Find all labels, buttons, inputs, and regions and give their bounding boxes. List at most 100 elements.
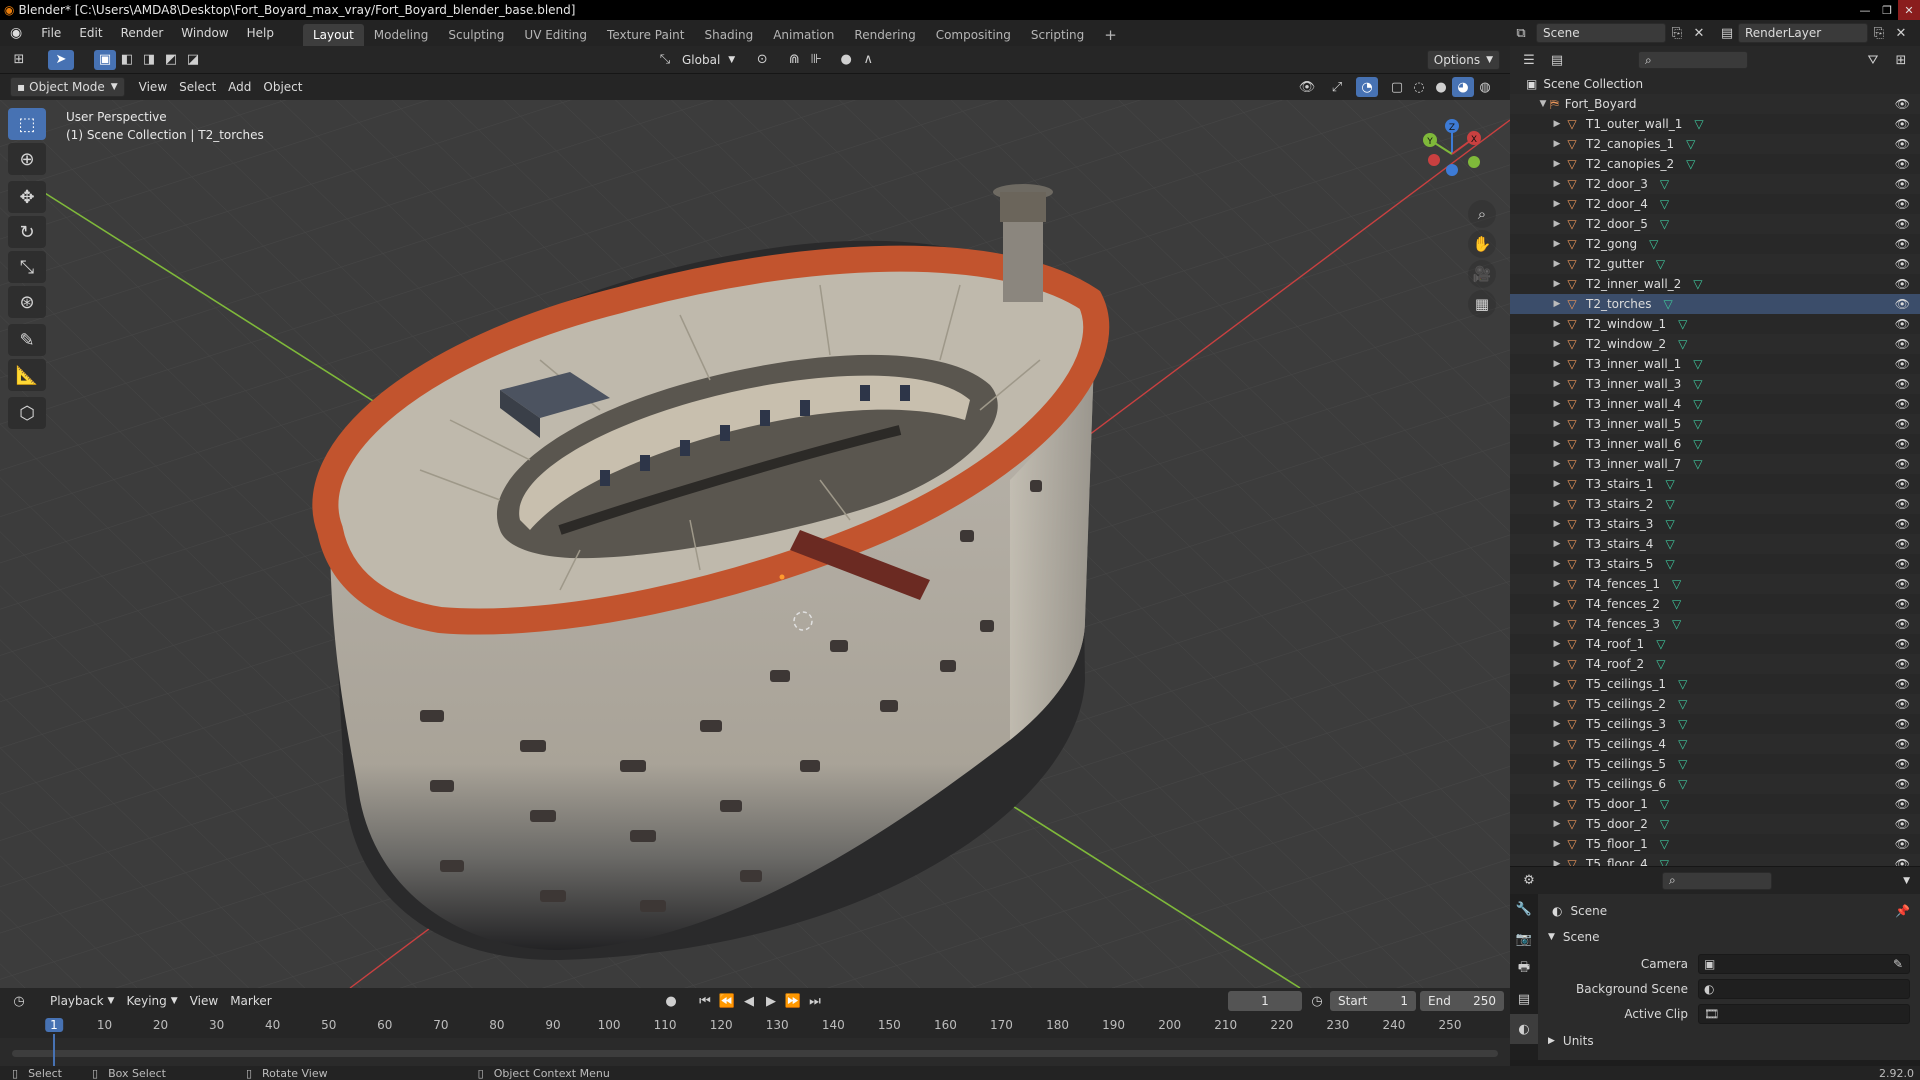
outliner-item[interactable]: ▶ ▽ T2_window_1 ▽ 👁	[1510, 314, 1920, 334]
mesh-data-icon[interactable]: ▽	[1660, 797, 1669, 811]
scene-browse-icon[interactable]: ⧉	[1510, 23, 1532, 43]
eye-icon[interactable]: 👁	[1895, 117, 1910, 131]
chevron-right-icon[interactable]: ▶	[1550, 259, 1564, 269]
mesh-data-icon[interactable]: ▽	[1686, 137, 1695, 151]
camera-field[interactable]: ▣ ✎	[1698, 954, 1910, 974]
menu-help[interactable]: Help	[238, 20, 283, 46]
outliner-item[interactable]: ▶ ▽ T3_inner_wall_6 ▽ 👁	[1510, 434, 1920, 454]
menu-select[interactable]: Select	[173, 77, 222, 97]
delete-scene-icon[interactable]: ✕	[1688, 23, 1710, 43]
menu-view[interactable]: View	[133, 77, 173, 97]
tab-shading[interactable]: Shading	[694, 24, 763, 46]
chevron-right-icon[interactable]: ▶	[1550, 479, 1564, 489]
next-keyframe-icon[interactable]: ⏩	[782, 991, 804, 1011]
output-tab-icon[interactable]: 🖶	[1510, 954, 1538, 984]
outliner-item[interactable]: ▶ ▽ T5_ceilings_5 ▽ 👁	[1510, 754, 1920, 774]
timeline-editor-type-icon[interactable]: ◷	[8, 991, 30, 1011]
chevron-right-icon[interactable]: ▶	[1550, 119, 1564, 129]
mesh-data-icon[interactable]: ▽	[1678, 757, 1687, 771]
eye-icon[interactable]: 👁	[1895, 217, 1910, 231]
eye-icon[interactable]: 👁	[1895, 437, 1910, 451]
shading-solid-icon[interactable]: ●	[1430, 77, 1452, 97]
outliner-item[interactable]: ▶ ▽ T2_door_4 ▽ 👁	[1510, 194, 1920, 214]
mesh-data-icon[interactable]: ▽	[1672, 617, 1681, 631]
eye-icon[interactable]: 👁	[1895, 797, 1910, 811]
select-mode-invert-icon[interactable]: ◩	[160, 50, 182, 70]
eye-icon[interactable]: 👁	[1895, 737, 1910, 751]
scale-tool-icon[interactable]: ⤡	[8, 251, 46, 283]
pin-icon[interactable]: 📌	[1895, 904, 1910, 918]
outliner-item[interactable]: ▶ ▽ T4_roof_1 ▽ 👁	[1510, 634, 1920, 654]
eye-icon[interactable]: 👁	[1895, 97, 1910, 111]
eye-icon[interactable]: 👁	[1895, 157, 1910, 171]
mesh-data-icon[interactable]: ▽	[1672, 597, 1681, 611]
outliner-item[interactable]: ▶ ▽ T5_door_2 ▽ 👁	[1510, 814, 1920, 834]
transform-tool-icon[interactable]: ⊛	[8, 286, 46, 318]
mesh-data-icon[interactable]: ▽	[1656, 637, 1665, 651]
scene-name-field[interactable]: Scene	[1536, 23, 1666, 43]
playhead[interactable]	[53, 1034, 55, 1066]
eye-icon[interactable]: 👁	[1895, 697, 1910, 711]
eye-icon[interactable]: 👁	[1895, 817, 1910, 831]
outliner-item[interactable]: ▶ ▽ T3_inner_wall_7 ▽ 👁	[1510, 454, 1920, 474]
menu-add[interactable]: Add	[222, 77, 257, 97]
play-reverse-icon[interactable]: ◀	[738, 991, 760, 1011]
eye-icon[interactable]: 👁	[1895, 517, 1910, 531]
chevron-down-icon[interactable]: ▼	[1536, 99, 1550, 109]
menu-object[interactable]: Object	[257, 77, 308, 97]
eye-icon[interactable]: 👁	[1895, 497, 1910, 511]
outliner-item[interactable]: ▶ ▽ T2_door_3 ▽ 👁	[1510, 174, 1920, 194]
prev-keyframe-icon[interactable]: ⏪	[716, 991, 738, 1011]
overlays-toggle-icon[interactable]: ◔	[1356, 77, 1378, 97]
mesh-data-icon[interactable]: ▽	[1649, 237, 1658, 251]
eye-icon[interactable]: 👁	[1895, 357, 1910, 371]
preview-range-icon[interactable]: ◷	[1306, 991, 1328, 1011]
outliner-search-input[interactable]: ⌕	[1638, 51, 1748, 69]
display-mode-icon[interactable]: ▤	[1546, 50, 1568, 70]
outliner-item[interactable]: ▶ ▽ T5_ceilings_2 ▽ 👁	[1510, 694, 1920, 714]
scene-panel-header[interactable]: ▼ Scene	[1548, 930, 1600, 944]
eye-icon[interactable]: 👁	[1895, 557, 1910, 571]
menu-edit[interactable]: Edit	[70, 20, 111, 46]
mesh-data-icon[interactable]: ▽	[1672, 577, 1681, 591]
mesh-data-icon[interactable]: ▽	[1693, 417, 1702, 431]
visibility-filter-icon[interactable]: 👁	[1296, 77, 1318, 97]
outliner-editor-type-icon[interactable]: ☰	[1518, 50, 1540, 70]
eye-icon[interactable]: 👁	[1895, 257, 1910, 271]
mesh-data-icon[interactable]: ▽	[1665, 497, 1674, 511]
chevron-right-icon[interactable]: ▶	[1550, 659, 1564, 669]
move-tool-icon[interactable]: ✥	[8, 181, 46, 213]
eye-icon[interactable]: 👁	[1895, 137, 1910, 151]
render-tab-icon[interactable]: 📷	[1510, 924, 1538, 954]
eye-icon[interactable]: 👁	[1895, 537, 1910, 551]
eye-icon[interactable]: 👁	[1895, 777, 1910, 791]
outliner-item[interactable]: ▶ ▽ T2_gutter ▽ 👁	[1510, 254, 1920, 274]
mesh-data-icon[interactable]: ▽	[1678, 317, 1687, 331]
menu-file[interactable]: File	[32, 20, 70, 46]
mode-dropdown[interactable]: ▪ Object Mode ▼	[10, 77, 125, 97]
play-icon[interactable]: ▶	[760, 991, 782, 1011]
eye-icon[interactable]: 👁	[1895, 477, 1910, 491]
delete-view-layer-icon[interactable]: ✕	[1890, 23, 1912, 43]
outliner-item[interactable]: ▶ ▽ T4_fences_3 ▽ 👁	[1510, 614, 1920, 634]
chevron-right-icon[interactable]: ▶	[1550, 759, 1564, 769]
eye-icon[interactable]: 👁	[1895, 677, 1910, 691]
timeline[interactable]: 1 10 20 30 40 50 60 70 80 90 100 110 120 130 140 150 160…	[0, 1014, 1510, 1066]
cursor-tool-icon[interactable]: ⊕	[8, 143, 46, 175]
select-mode-new-icon[interactable]: ▣	[94, 49, 116, 70]
chevron-right-icon[interactable]: ▶	[1550, 179, 1564, 189]
mesh-data-icon[interactable]: ▽	[1660, 837, 1669, 851]
mesh-data-icon[interactable]: ▽	[1660, 177, 1669, 191]
chevron-right-icon[interactable]: ▶	[1550, 559, 1564, 569]
eye-icon[interactable]: 👁	[1895, 297, 1910, 311]
chevron-right-icon[interactable]: ▶	[1550, 859, 1564, 866]
menu-timeline-view[interactable]: View	[184, 991, 224, 1011]
tab-uv-editing[interactable]: UV Editing	[514, 24, 597, 46]
shading-rendered-icon[interactable]: ◍	[1474, 77, 1496, 97]
chevron-right-icon[interactable]: ▶	[1550, 519, 1564, 529]
active-clip-field[interactable]: 🎞	[1698, 1004, 1910, 1024]
chevron-right-icon[interactable]: ▶	[1550, 459, 1564, 469]
pivot-point-icon[interactable]: ⊙	[751, 50, 773, 70]
tab-texture-paint[interactable]: Texture Paint	[597, 24, 694, 46]
outliner-item[interactable]: ▶ ▽ T5_floor_1 ▽ 👁	[1510, 834, 1920, 854]
